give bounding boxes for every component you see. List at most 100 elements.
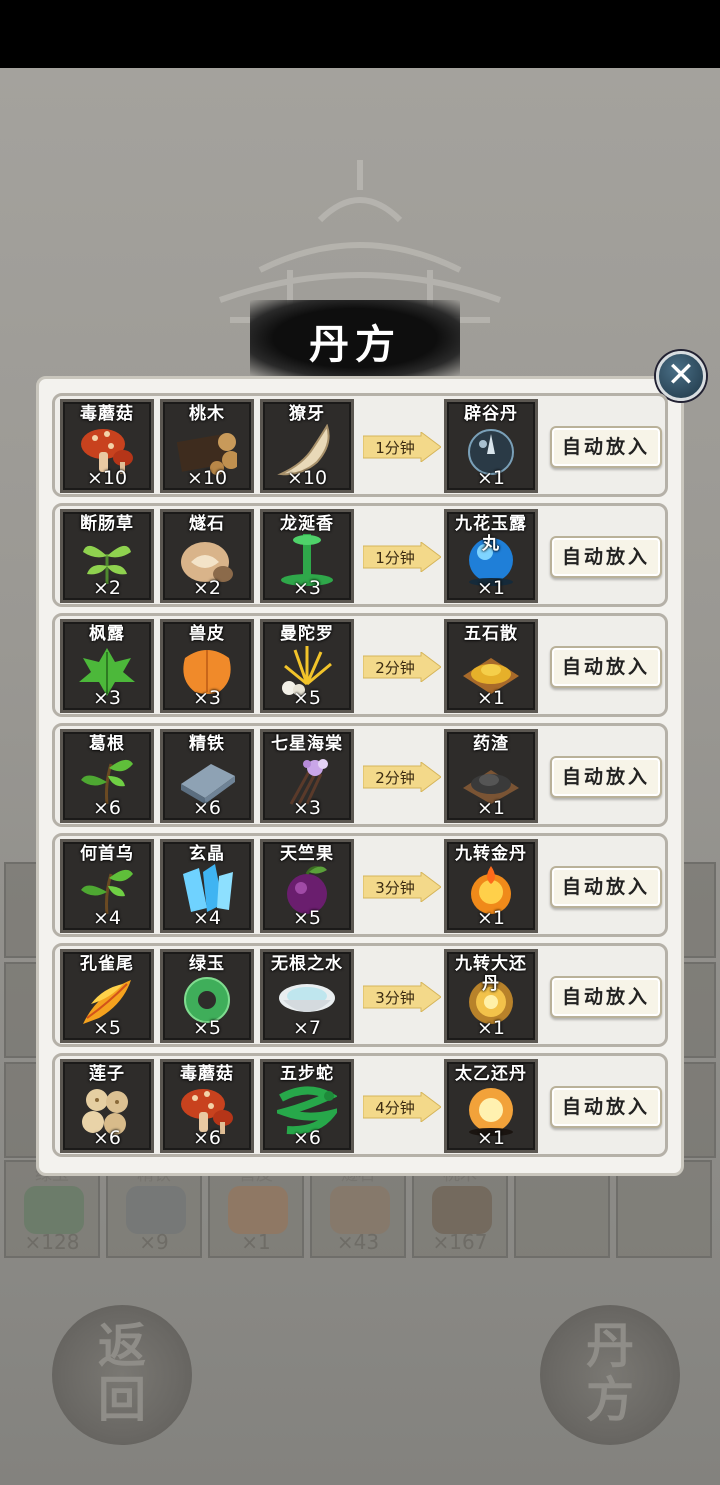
ingredient-slot[interactable]: 毒蘑菇 ×6: [160, 1059, 254, 1153]
page-title: 丹方: [309, 321, 401, 368]
ingredient-count: ×4: [92, 907, 121, 929]
ingredient-slot[interactable]: 桃木 ×10: [160, 399, 254, 493]
ingredient-slot[interactable]: 燧石 ×2: [160, 509, 254, 603]
arrow-icon: 1分钟: [362, 431, 442, 463]
auto-fill-button[interactable]: 自动放入: [550, 426, 662, 468]
auto-fill-label: 自动放入: [561, 1096, 650, 1118]
brew-time: 1分钟: [375, 439, 415, 457]
product-slot[interactable]: 五石散 ×1: [444, 619, 538, 713]
ingredient-slot[interactable]: 毒蘑菇 ×10: [60, 399, 154, 493]
product-slot[interactable]: 辟谷丹 ×1: [444, 399, 538, 493]
ingredient-name: 无根之水: [271, 954, 343, 974]
ingredient-name: 葛根: [89, 734, 125, 754]
recipe-row: 枫露 ×3 兽皮 ×3 曼陀罗 ×5 2分钟 五石散 ×1 自动放入: [52, 613, 668, 717]
ingredient-slot[interactable]: 枫露 ×3: [60, 619, 154, 713]
ingredient-count: ×3: [292, 797, 321, 819]
recipe-row: 毒蘑菇 ×10 桃木 ×10 獠牙 ×10 1分钟 辟谷丹 ×1 自动放入: [52, 393, 668, 497]
recipe-book-button[interactable]: 丹方: [540, 1305, 680, 1445]
ingredient-name: 兽皮: [189, 624, 225, 644]
ingredient-count: ×6: [292, 1127, 321, 1149]
ingredient-slot[interactable]: 葛根 ×6: [60, 729, 154, 823]
brew-time: 2分钟: [375, 659, 415, 677]
ingredient-slot[interactable]: 断肠草 ×2: [60, 509, 154, 603]
bg-slot-count: ×9: [139, 1230, 169, 1254]
arrow-icon: 1分钟: [362, 541, 442, 573]
product-slot[interactable]: 太乙还丹 ×1: [444, 1059, 538, 1153]
product-slot[interactable]: 九转大还丹 ×1: [444, 949, 538, 1043]
auto-fill-label: 自动放入: [561, 436, 650, 458]
auto-fill-button[interactable]: 自动放入: [550, 756, 662, 798]
bg-slot-count: ×167: [432, 1230, 488, 1254]
ingredient-slot[interactable]: 獠牙 ×10: [260, 399, 354, 493]
ingredient-count: ×6: [92, 797, 121, 819]
arrow-icon: 3分钟: [362, 871, 442, 903]
ingredient-slot[interactable]: 兽皮 ×3: [160, 619, 254, 713]
ingredient-slot[interactable]: 天竺果 ×5: [260, 839, 354, 933]
brew-time: 2分钟: [375, 769, 415, 787]
product-count: ×1: [476, 797, 505, 819]
ingredient-count: ×3: [92, 687, 121, 709]
ingredient-slot[interactable]: 五步蛇 ×6: [260, 1059, 354, 1153]
ingredient-name: 桃木: [189, 404, 225, 424]
product-name: 九花玉露丸: [455, 514, 527, 554]
brew-time: 3分钟: [375, 879, 415, 897]
ingredient-slot[interactable]: 绿玉 ×5: [160, 949, 254, 1043]
ingredient-count: ×3: [192, 687, 221, 709]
brew-time: 1分钟: [375, 549, 415, 567]
auto-fill-button[interactable]: 自动放入: [550, 536, 662, 578]
product-count: ×1: [476, 467, 505, 489]
ingredient-slot[interactable]: 龙涎香 ×3: [260, 509, 354, 603]
ingredient-slot[interactable]: 无根之水 ×7: [260, 949, 354, 1043]
ingredient-slot[interactable]: 何首乌 ×4: [60, 839, 154, 933]
ingredient-count: ×3: [292, 577, 321, 599]
hide-icon: [228, 1186, 288, 1234]
ingredient-slot[interactable]: 七星海棠 ×3: [260, 729, 354, 823]
product-name: 五石散: [464, 624, 518, 644]
ingredient-count: ×4: [192, 907, 221, 929]
bg-slot-count: ×128: [24, 1230, 80, 1254]
ingredient-count: ×6: [92, 1127, 121, 1149]
ingredient-name: 绿玉: [189, 954, 225, 974]
product-count: ×1: [476, 907, 505, 929]
ingredient-count: ×6: [192, 1127, 221, 1149]
auto-fill-button[interactable]: 自动放入: [550, 866, 662, 908]
ingredient-slot[interactable]: 莲子 ×6: [60, 1059, 154, 1153]
product-count: ×1: [476, 577, 505, 599]
ingredient-count: ×5: [92, 1017, 121, 1039]
recipe-book-button-label: 丹方: [585, 1318, 634, 1428]
ingredient-count: ×5: [292, 907, 321, 929]
bg-slot-count: ×43: [336, 1230, 380, 1254]
back-button-label: 返回: [97, 1318, 146, 1428]
ingredient-slot[interactable]: 曼陀罗 ×5: [260, 619, 354, 713]
back-button[interactable]: 返回: [52, 1305, 192, 1445]
ingredient-name: 莲子: [89, 1064, 125, 1084]
bg-slot-count: ×1: [241, 1230, 271, 1254]
ingredient-slot[interactable]: 精铁 ×6: [160, 729, 254, 823]
ingredient-name: 曼陀罗: [280, 624, 334, 644]
product-slot[interactable]: 药渣 ×1: [444, 729, 538, 823]
auto-fill-button[interactable]: 自动放入: [550, 646, 662, 688]
ingredient-count: ×5: [192, 1017, 221, 1039]
product-count: ×1: [476, 1017, 505, 1039]
auto-fill-button[interactable]: 自动放入: [550, 976, 662, 1018]
ingredient-name: 毒蘑菇: [180, 1064, 234, 1084]
recipe-row: 莲子 ×6 毒蘑菇 ×6 五步蛇 ×6 4分钟 太乙还丹 ×1 自动放入: [52, 1053, 668, 1157]
ingredient-name: 断肠草: [80, 514, 134, 534]
product-slot[interactable]: 九花玉露丸 ×1: [444, 509, 538, 603]
product-count: ×1: [476, 1127, 505, 1149]
ingredient-count: ×10: [86, 467, 128, 489]
recipe-row: 何首乌 ×4 玄晶 ×4 天竺果 ×5 3分钟 九转金丹 ×1 自动放入: [52, 833, 668, 937]
ingredient-name: 毒蘑菇: [80, 404, 134, 424]
ingredient-slot[interactable]: 孔雀尾 ×5: [60, 949, 154, 1043]
auto-fill-label: 自动放入: [561, 656, 650, 678]
product-slot[interactable]: 九转金丹 ×1: [444, 839, 538, 933]
ingredient-name: 獠牙: [289, 404, 325, 424]
auto-fill-button[interactable]: 自动放入: [550, 1086, 662, 1128]
close-button[interactable]: ✕: [656, 351, 706, 401]
ingredient-name: 五步蛇: [280, 1064, 334, 1084]
product-count: ×1: [476, 687, 505, 709]
ingredient-count: ×2: [92, 577, 121, 599]
ingredient-slot[interactable]: 玄晶 ×4: [160, 839, 254, 933]
auto-fill-label: 自动放入: [561, 546, 650, 568]
iron-icon: [126, 1186, 186, 1234]
